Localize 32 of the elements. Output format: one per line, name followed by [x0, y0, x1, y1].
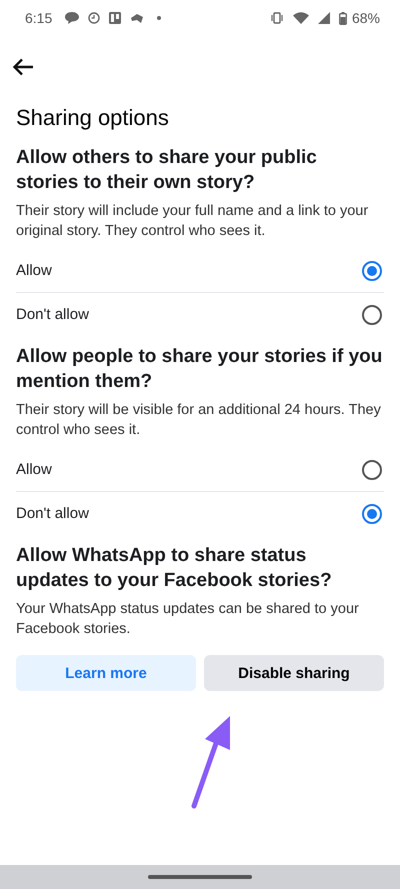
section-description: Your WhatsApp status updates can be shared to your Facebook stories. — [16, 600, 360, 639]
radio-option[interactable]: Allow — [16, 249, 384, 293]
radio-option[interactable]: Don't allow — [16, 492, 384, 535]
option-label: Don't allow — [16, 306, 89, 323]
section-heading: Allow people to share your stories if you mention them? — [16, 345, 384, 394]
clock-icon — [88, 12, 100, 24]
battery-icon — [338, 12, 347, 24]
radio-option[interactable]: Allow — [16, 448, 384, 492]
disable-sharing-button[interactable]: Disable sharing — [204, 655, 384, 691]
board-icon — [109, 12, 122, 24]
wifi-icon — [292, 12, 309, 24]
radio-option[interactable]: Don't allow — [16, 293, 384, 336]
battery-percentage: 68% — [352, 10, 380, 26]
radio-button[interactable] — [362, 460, 382, 480]
vibrate-icon — [270, 12, 284, 24]
radio-button[interactable] — [362, 504, 382, 524]
section-heading: Allow WhatsApp to share status updates to your Facebook stories? — [16, 544, 333, 593]
option-label: Don't allow — [16, 505, 89, 522]
option-label: Allow — [16, 461, 52, 478]
back-arrow-icon[interactable] — [12, 58, 34, 76]
section-description: Their story will include your full name and a link to your original story. They control who sees it. — [16, 202, 370, 241]
status-time: 6:15 — [25, 10, 52, 26]
option-label: Allow — [16, 262, 52, 279]
signal-icon — [318, 12, 330, 24]
chat-bubble-icon — [65, 12, 80, 24]
radio-button[interactable] — [362, 304, 382, 324]
notification-dot — [157, 16, 162, 20]
learn-more-button[interactable]: Learn more — [16, 655, 196, 691]
section-description: Their story will be visible for an additional 24 hours. They control who sees it. — [16, 401, 382, 440]
page-title: Sharing options — [16, 105, 170, 131]
section-heading: Allow others to share your public stories to their own story? — [16, 146, 318, 195]
radio-button[interactable] — [362, 260, 382, 280]
